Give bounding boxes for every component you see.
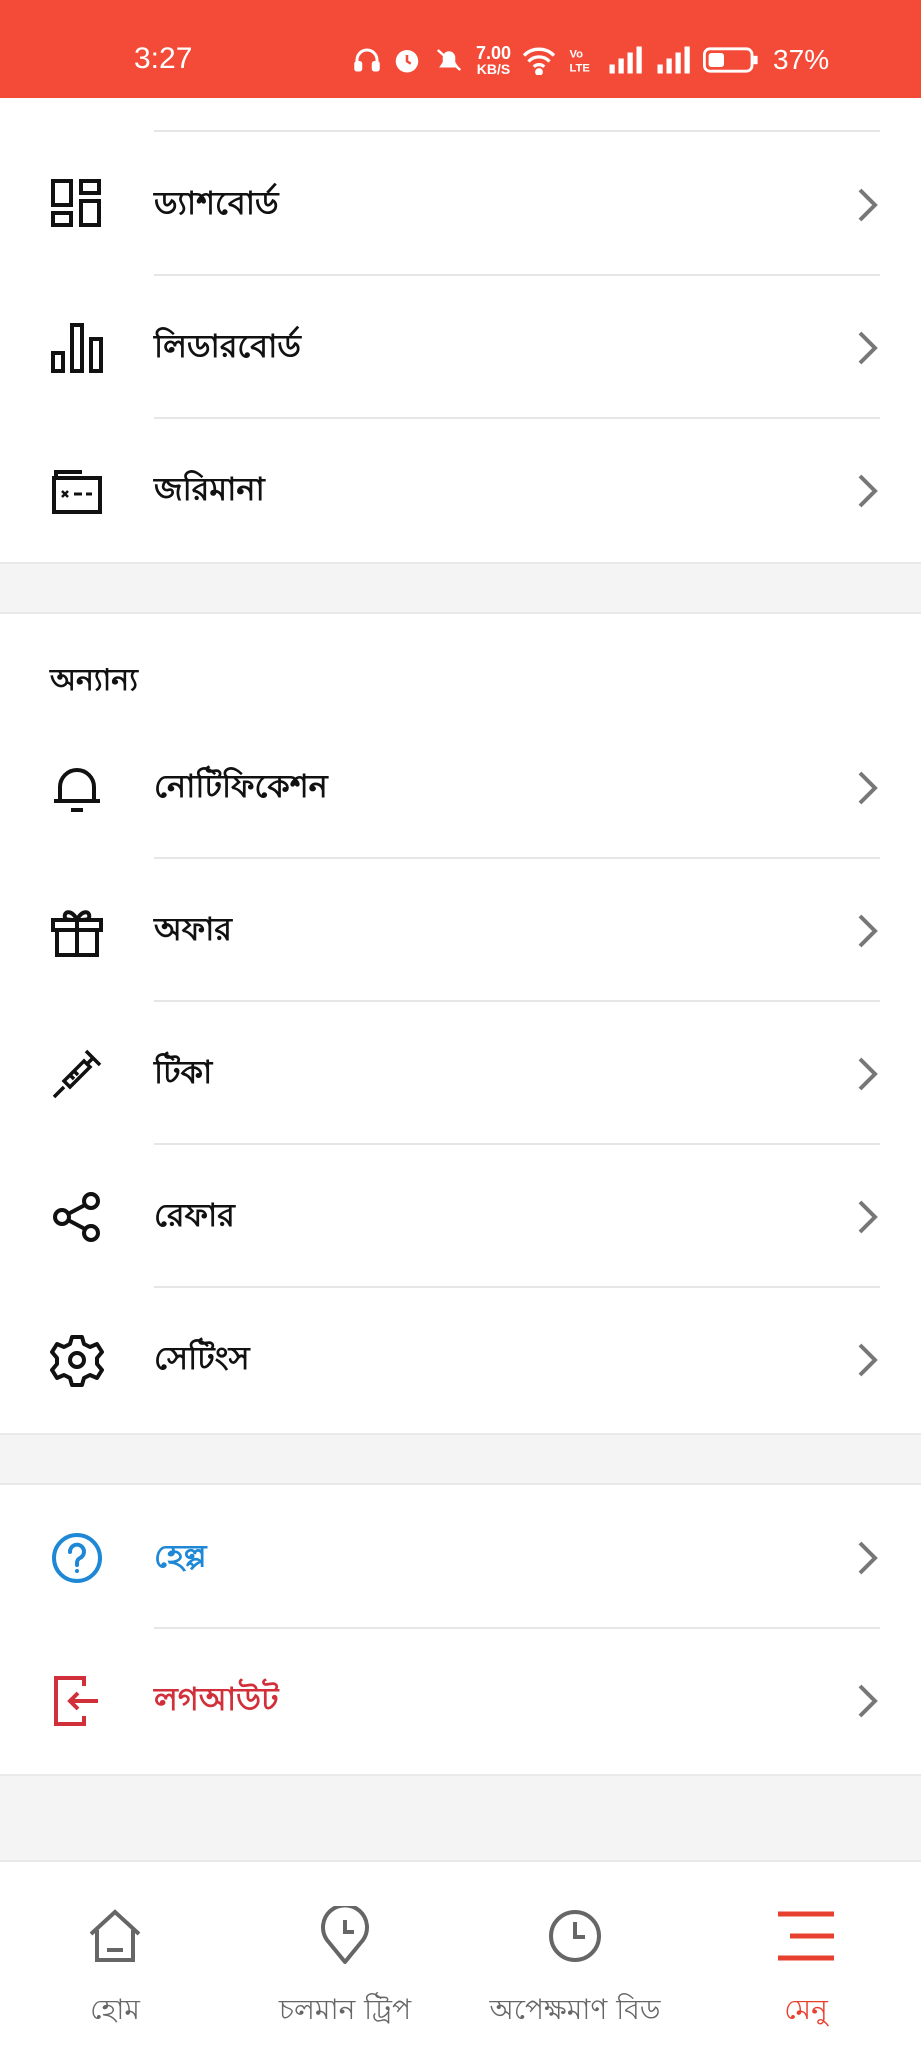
- logout-icon: [50, 1674, 104, 1728]
- gift-icon: [50, 904, 104, 958]
- section-title-others: অন্যান্য: [50, 663, 138, 698]
- volte-icon: Vo LTE: [567, 45, 597, 75]
- fine-wallet-icon: [50, 464, 104, 518]
- headphones-icon: [352, 45, 382, 75]
- location-clock-icon: [315, 1906, 375, 1966]
- chevron-right-icon: [855, 186, 881, 224]
- home-icon: [85, 1906, 145, 1966]
- status-icons: 7.00 KB/S Vo LTE 37%: [352, 38, 829, 82]
- menu-item-offer[interactable]: অফার: [0, 859, 921, 1002]
- battery-percent: 37%: [773, 44, 830, 75]
- menu-item-label: টিকা: [154, 1052, 213, 1091]
- clock-icon: [545, 1906, 605, 1966]
- dashboard-icon: [50, 178, 104, 232]
- menu-item-label: সেটিংস: [154, 1338, 250, 1377]
- menu-item-dashboard[interactable]: ড্যাশবোর্ড: [0, 133, 921, 276]
- menu-item-refer[interactable]: রেফার: [0, 1145, 921, 1288]
- chevron-right-icon: [855, 1198, 881, 1236]
- menu-item-logout[interactable]: লগআউট: [0, 1629, 921, 1772]
- help-icon: [50, 1531, 104, 1585]
- menu-item-label: জরিমানা: [154, 469, 265, 508]
- menu-item-label: অফার: [154, 909, 232, 948]
- nav-pending-bid[interactable]: অপেক্ষমাণ বিড: [460, 1862, 690, 2048]
- menu-item-settings[interactable]: সেটিংস: [0, 1288, 921, 1431]
- nav-label: হোম: [90, 1993, 140, 2026]
- chevron-right-icon: [855, 1682, 881, 1720]
- menu-item-leaderboard[interactable]: লিডারবোর্ড: [0, 276, 921, 419]
- alarm-icon: [392, 45, 422, 75]
- divider: [154, 130, 880, 132]
- wifi-icon: [521, 45, 557, 75]
- nav-menu[interactable]: মেনু: [691, 1862, 921, 2048]
- chevron-right-icon: [855, 912, 881, 950]
- nav-home[interactable]: হোম: [0, 1862, 230, 2048]
- menu-item-fine[interactable]: জরিমানা: [0, 419, 921, 562]
- menu-item-vaccine[interactable]: টিকা: [0, 1002, 921, 1145]
- nav-label: চলমান ট্রিপ: [278, 1993, 412, 2026]
- menu-item-label: রেফার: [154, 1195, 235, 1234]
- menu-item-label: হেল্প: [154, 1536, 207, 1575]
- network-speed-unit: KB/S: [476, 61, 511, 77]
- bottom-navigation: হোম চলমান ট্রিপ অপেক্ষমাণ বিড মেনু: [0, 1862, 921, 2048]
- signal-2-icon: [655, 45, 693, 75]
- nav-label: মেনু: [784, 1993, 828, 2026]
- menu-icon: [776, 1906, 836, 1966]
- svg-text:LTE: LTE: [570, 62, 591, 74]
- section-separator: [0, 1774, 921, 1862]
- status-time: 3:27: [134, 42, 193, 75]
- menu-item-notification[interactable]: নোটিফিকেশন: [0, 716, 921, 859]
- battery-icon: [703, 45, 759, 75]
- bell-icon: [50, 761, 104, 815]
- chevron-right-icon: [855, 1055, 881, 1093]
- chevron-right-icon: [855, 472, 881, 510]
- mute-icon: [432, 45, 466, 75]
- chevron-right-icon: [855, 769, 881, 807]
- syringe-icon: [50, 1047, 104, 1101]
- chevron-right-icon: [855, 1341, 881, 1379]
- gear-icon: [50, 1333, 104, 1387]
- nav-label: অপেক্ষমাণ বিড: [489, 1993, 661, 2026]
- menu-item-label: নোটিফিকেশন: [154, 766, 328, 805]
- status-bar: 3:27 7.00 KB/S Vo LTE 37%: [0, 0, 921, 98]
- signal-1-icon: [607, 45, 645, 75]
- menu-item-label: ড্যাশবোর্ড: [154, 183, 279, 222]
- menu-item-help[interactable]: হেল্প: [0, 1486, 921, 1629]
- chevron-right-icon: [855, 329, 881, 367]
- bar-chart-icon: [50, 321, 104, 375]
- network-speed: 7.00 KB/S: [476, 44, 511, 76]
- network-speed-value: 7.00: [476, 43, 512, 63]
- menu-item-label: লগআউট: [154, 1679, 279, 1718]
- nav-ongoing-trip[interactable]: চলমান ট্রিপ: [230, 1862, 460, 2048]
- section-separator: [0, 1433, 921, 1485]
- svg-text:Vo: Vo: [570, 49, 584, 61]
- chevron-right-icon: [855, 1539, 881, 1577]
- section-separator: [0, 562, 921, 614]
- menu-item-label: লিডারবোর্ড: [154, 326, 301, 365]
- share-icon: [50, 1190, 104, 1244]
